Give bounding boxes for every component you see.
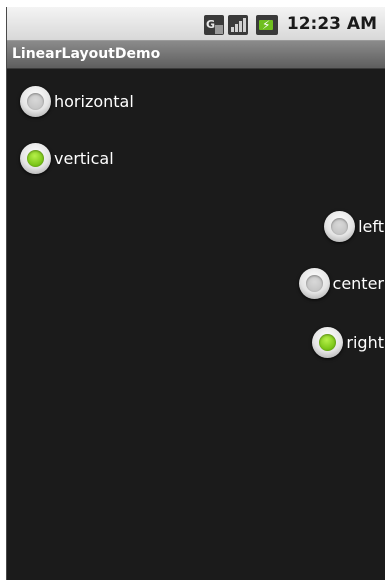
radio-button-icon[interactable] (20, 86, 51, 117)
status-time: 12:23 AM (286, 14, 377, 34)
radio-button-icon[interactable] (324, 211, 356, 242)
device-screen: G ⚡ 12:23 AM LinearLayoutDemo horizontal… (6, 7, 385, 580)
radio-label-center: center (332, 274, 384, 293)
radio-label-right: right (346, 333, 384, 352)
signal-icon (228, 15, 248, 35)
radio-center[interactable]: center (298, 268, 384, 299)
network-type-icon: G (204, 15, 224, 35)
radio-button-icon[interactable] (20, 143, 51, 174)
radio-vertical[interactable]: vertical (20, 143, 114, 174)
app-title-bar: LinearLayoutDemo (7, 41, 385, 69)
radio-left[interactable]: left (324, 211, 384, 242)
status-bar: G ⚡ 12:23 AM (7, 7, 385, 41)
radio-label-left: left (358, 217, 384, 236)
app-title: LinearLayoutDemo (12, 46, 161, 62)
battery-charging-icon: ⚡ (256, 15, 278, 35)
radio-horizontal[interactable]: horizontal (20, 86, 134, 117)
radio-button-icon[interactable] (312, 327, 344, 358)
radio-right[interactable]: right (312, 327, 384, 358)
radio-label-vertical: vertical (54, 149, 114, 168)
radio-button-icon[interactable] (298, 268, 330, 299)
radio-label-horizontal: horizontal (54, 92, 134, 111)
